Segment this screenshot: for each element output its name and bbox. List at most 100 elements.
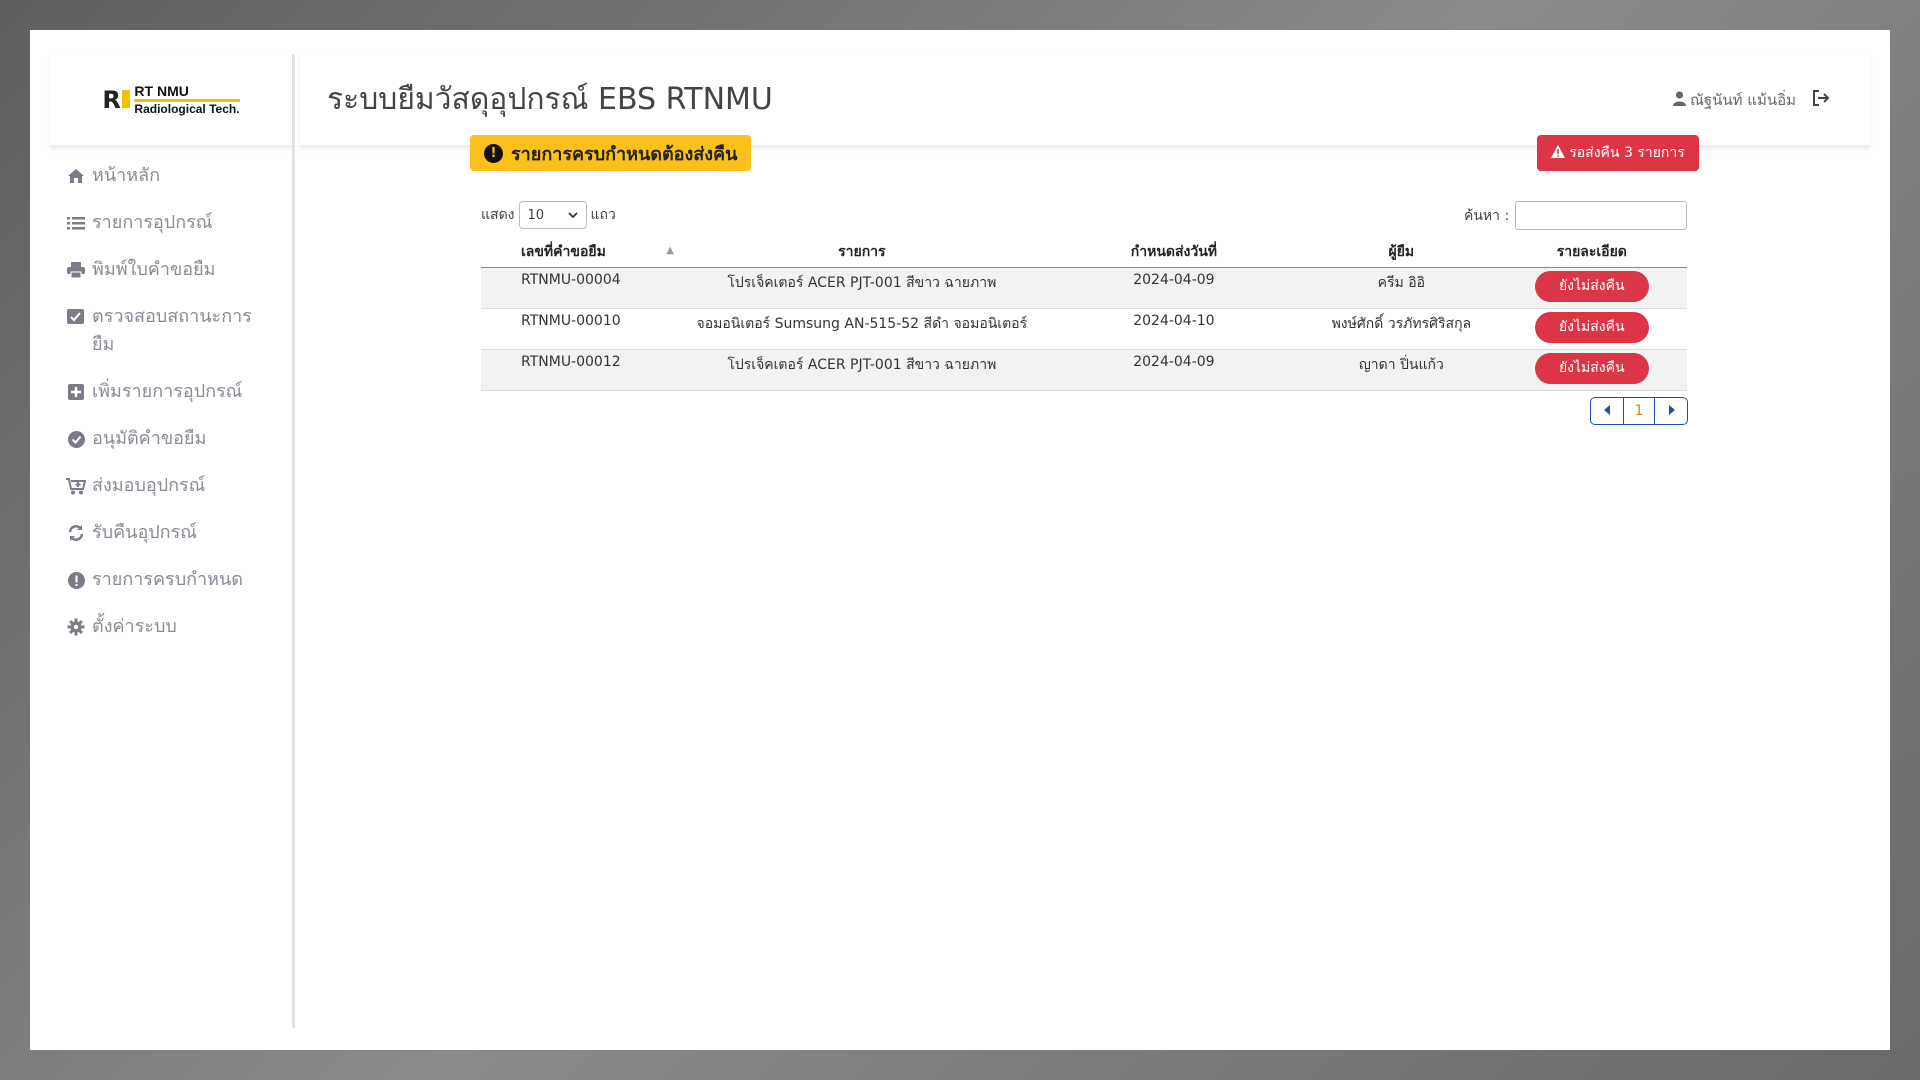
app-window: R RT NMU Radiological Tech. หน้าหลัก ราย… <box>30 30 1890 1050</box>
logo-mark: R <box>102 84 131 116</box>
check-circle-icon <box>66 425 86 453</box>
sidebar-item-return[interactable]: รับคืนอุปกรณ์ <box>66 519 292 547</box>
logo-line1: RT NMU <box>134 83 240 102</box>
due-date-cell: 2024-04-09 <box>1041 349 1307 391</box>
sidebar-item-label: ตั้งค่าระบบ <box>92 616 177 637</box>
home-icon <box>66 162 86 190</box>
table-row: RTNMU-00010 จอมอนิเตอร์ Sumsung AN-515-5… <box>481 308 1687 350</box>
caret-left-icon <box>1603 403 1611 419</box>
due-items-heading: ! รายการครบกำหนดต้องส่งคืน <box>470 135 752 171</box>
sidebar-item-label: ส่งมอบอุปกรณ์ <box>92 475 206 496</box>
table-header-row: เลขที่คำขอยืม ▲ รายการ กำหนดส่งวันที่ ผู… <box>481 237 1687 268</box>
item-cell: จอมอนิเตอร์ Sumsung AN-515-52 สีดำ จอมอน… <box>682 308 1042 350</box>
show-label: แสดง <box>481 207 515 223</box>
request-id-cell: RTNMU-00012 <box>481 349 682 391</box>
topbar: ระบบยืมวัสดุอุปกรณ์ EBS RTNMU ณัฐนันท์ แ… <box>300 54 1870 146</box>
warning-icon <box>1551 144 1566 162</box>
list-icon <box>66 209 86 237</box>
search-label: ค้นหา : <box>1464 207 1510 224</box>
rows-label: แถว <box>590 207 616 223</box>
exclamation-circle-icon <box>66 566 86 594</box>
previous-page-button[interactable] <box>1591 398 1623 424</box>
sidebar-item-add-equipment[interactable]: เพิ่มรายการอุปกรณ์ <box>66 378 292 406</box>
sidebar: R RT NMU Radiological Tech. หน้าหลัก ราย… <box>50 54 295 1028</box>
page-button-current[interactable]: 1 <box>1623 398 1655 424</box>
cart-icon <box>66 472 86 500</box>
logo[interactable]: R RT NMU Radiological Tech. <box>102 83 240 116</box>
sidebar-item-settings[interactable]: ตั้งค่าระบบ <box>66 613 292 641</box>
sidebar-item-label: รับคืนอุปกรณ์ <box>92 522 197 543</box>
column-header-request-id[interactable]: เลขที่คำขอยืม ▲ <box>481 237 682 268</box>
detail-cell: ยังไม่ส่งคืน <box>1496 267 1687 309</box>
sidebar-item-label: รายการครบกำหนด <box>92 569 243 590</box>
item-cell: โปรเจ็คเตอร์ ACER PJT-001 สีขาว ฉายภาพ <box>682 267 1042 309</box>
sidebar-item-label: เพิ่มรายการอุปกรณ์ <box>92 381 243 402</box>
pending-return-button[interactable]: รอส่งคืน 3 รายการ <box>1537 135 1699 171</box>
user-menu[interactable]: ณัฐนันท์ แม้นอิ่ม <box>1672 88 1796 112</box>
column-header-due-date[interactable]: กำหนดส่งวันที่ <box>1041 237 1307 268</box>
not-returned-button[interactable]: ยังไม่ส่งคืน <box>1534 311 1649 343</box>
due-items-table: เลขที่คำขอยืม ▲ รายการ กำหนดส่งวันที่ ผู… <box>481 237 1687 391</box>
logout-icon[interactable] <box>1812 89 1830 111</box>
not-returned-button[interactable]: ยังไม่ส่งคืน <box>1534 270 1649 302</box>
gear-icon <box>66 613 86 641</box>
print-icon <box>66 256 86 284</box>
column-header-label: กำหนดส่งวันที่ <box>1130 243 1218 260</box>
sidebar-item-deliver[interactable]: ส่งมอบอุปกรณ์ <box>66 472 292 500</box>
borrower-cell: ครีม อิอิ <box>1306 267 1497 309</box>
logo-line2: Radiological Tech. <box>134 102 240 116</box>
item-cell: โปรเจ็คเตอร์ ACER PJT-001 สีขาว ฉายภาพ <box>682 349 1042 391</box>
search-input[interactable] <box>1515 201 1688 230</box>
request-id-cell: RTNMU-00004 <box>481 267 682 309</box>
sidebar-item-print-form[interactable]: พิมพ์ใบคำขอยืม <box>66 256 292 284</box>
logo-area: R RT NMU Radiological Tech. <box>50 54 292 146</box>
sidebar-item-approve[interactable]: อนุมัติคำขอยืม <box>66 425 292 453</box>
sidebar-item-label: ตรวจสอบสถานะการยืม <box>92 306 252 355</box>
due-items-label: รายการครบกำหนดต้องส่งคืน <box>511 143 738 165</box>
column-header-item[interactable]: รายการ <box>682 237 1042 268</box>
column-header-label: เลขที่คำขอยืม <box>521 243 606 260</box>
detail-cell: ยังไม่ส่งคืน <box>1496 349 1687 391</box>
request-id-cell: RTNMU-00010 <box>481 308 682 350</box>
page-length-value: 10 <box>527 207 545 223</box>
sidebar-item-home[interactable]: หน้าหลัก <box>66 162 292 190</box>
sidebar-item-label: พิมพ์ใบคำขอยืม <box>92 259 216 280</box>
borrower-cell: ญาดา ปิ่นแก้ว <box>1306 349 1497 391</box>
user-area: ณัฐนันท์ แม้นอิ่ม <box>1672 54 1830 146</box>
sync-icon <box>66 519 86 547</box>
next-page-button[interactable] <box>1655 398 1687 424</box>
search-control: ค้นหา : <box>1464 201 1688 230</box>
table-row: RTNMU-00012 โปรเจ็คเตอร์ ACER PJT-001 สี… <box>481 349 1687 391</box>
column-header-label: ผู้ยืม <box>1388 243 1415 260</box>
column-header-detail[interactable]: รายละเอียด <box>1496 237 1687 268</box>
sidebar-nav: หน้าหลัก รายการอุปกรณ์ พิมพ์ใบคำขอยืม ตร… <box>50 146 292 641</box>
user-icon <box>1672 90 1686 110</box>
column-header-label: รายละเอียด <box>1556 243 1627 260</box>
sort-asc-icon: ▲ <box>666 245 674 256</box>
page-title: ระบบยืมวัสดุอุปกรณ์ EBS RTNMU <box>327 82 773 117</box>
plus-square-icon <box>66 378 86 406</box>
chevron-down-icon <box>567 208 578 223</box>
table-row: RTNMU-00004 โปรเจ็คเตอร์ ACER PJT-001 สี… <box>481 267 1687 309</box>
detail-cell: ยังไม่ส่งคืน <box>1496 308 1687 350</box>
not-returned-button[interactable]: ยังไม่ส่งคืน <box>1534 352 1649 384</box>
sidebar-item-check-status[interactable]: ตรวจสอบสถานะการยืม <box>66 303 292 359</box>
sidebar-item-label: หน้าหลัก <box>92 165 161 186</box>
column-header-label: รายการ <box>838 243 886 260</box>
due-date-cell: 2024-04-09 <box>1041 267 1307 309</box>
pagination: 1 <box>1590 397 1688 425</box>
check-square-icon <box>66 303 86 331</box>
sidebar-item-due[interactable]: รายการครบกำหนด <box>66 566 292 594</box>
page-length-control: แสดง 10 แถว <box>481 201 616 229</box>
borrower-cell: พงษ์ศักดิ์ วรภัทรศิริสกุล <box>1306 308 1497 350</box>
due-date-cell: 2024-04-10 <box>1041 308 1307 350</box>
sidebar-item-label: รายการอุปกรณ์ <box>92 212 213 233</box>
sidebar-item-equipment-list[interactable]: รายการอุปกรณ์ <box>66 209 292 237</box>
pending-return-label: รอส่งคืน 3 รายการ <box>1569 145 1685 161</box>
page-length-select[interactable]: 10 <box>518 201 587 229</box>
column-header-borrower[interactable]: ผู้ยืม <box>1306 237 1497 268</box>
logo-text: RT NMU Radiological Tech. <box>134 83 240 116</box>
caret-right-icon <box>1668 403 1675 419</box>
exclamation-icon: ! <box>484 143 503 163</box>
user-name: ณัฐนันท์ แม้นอิ่ม <box>1689 91 1796 109</box>
